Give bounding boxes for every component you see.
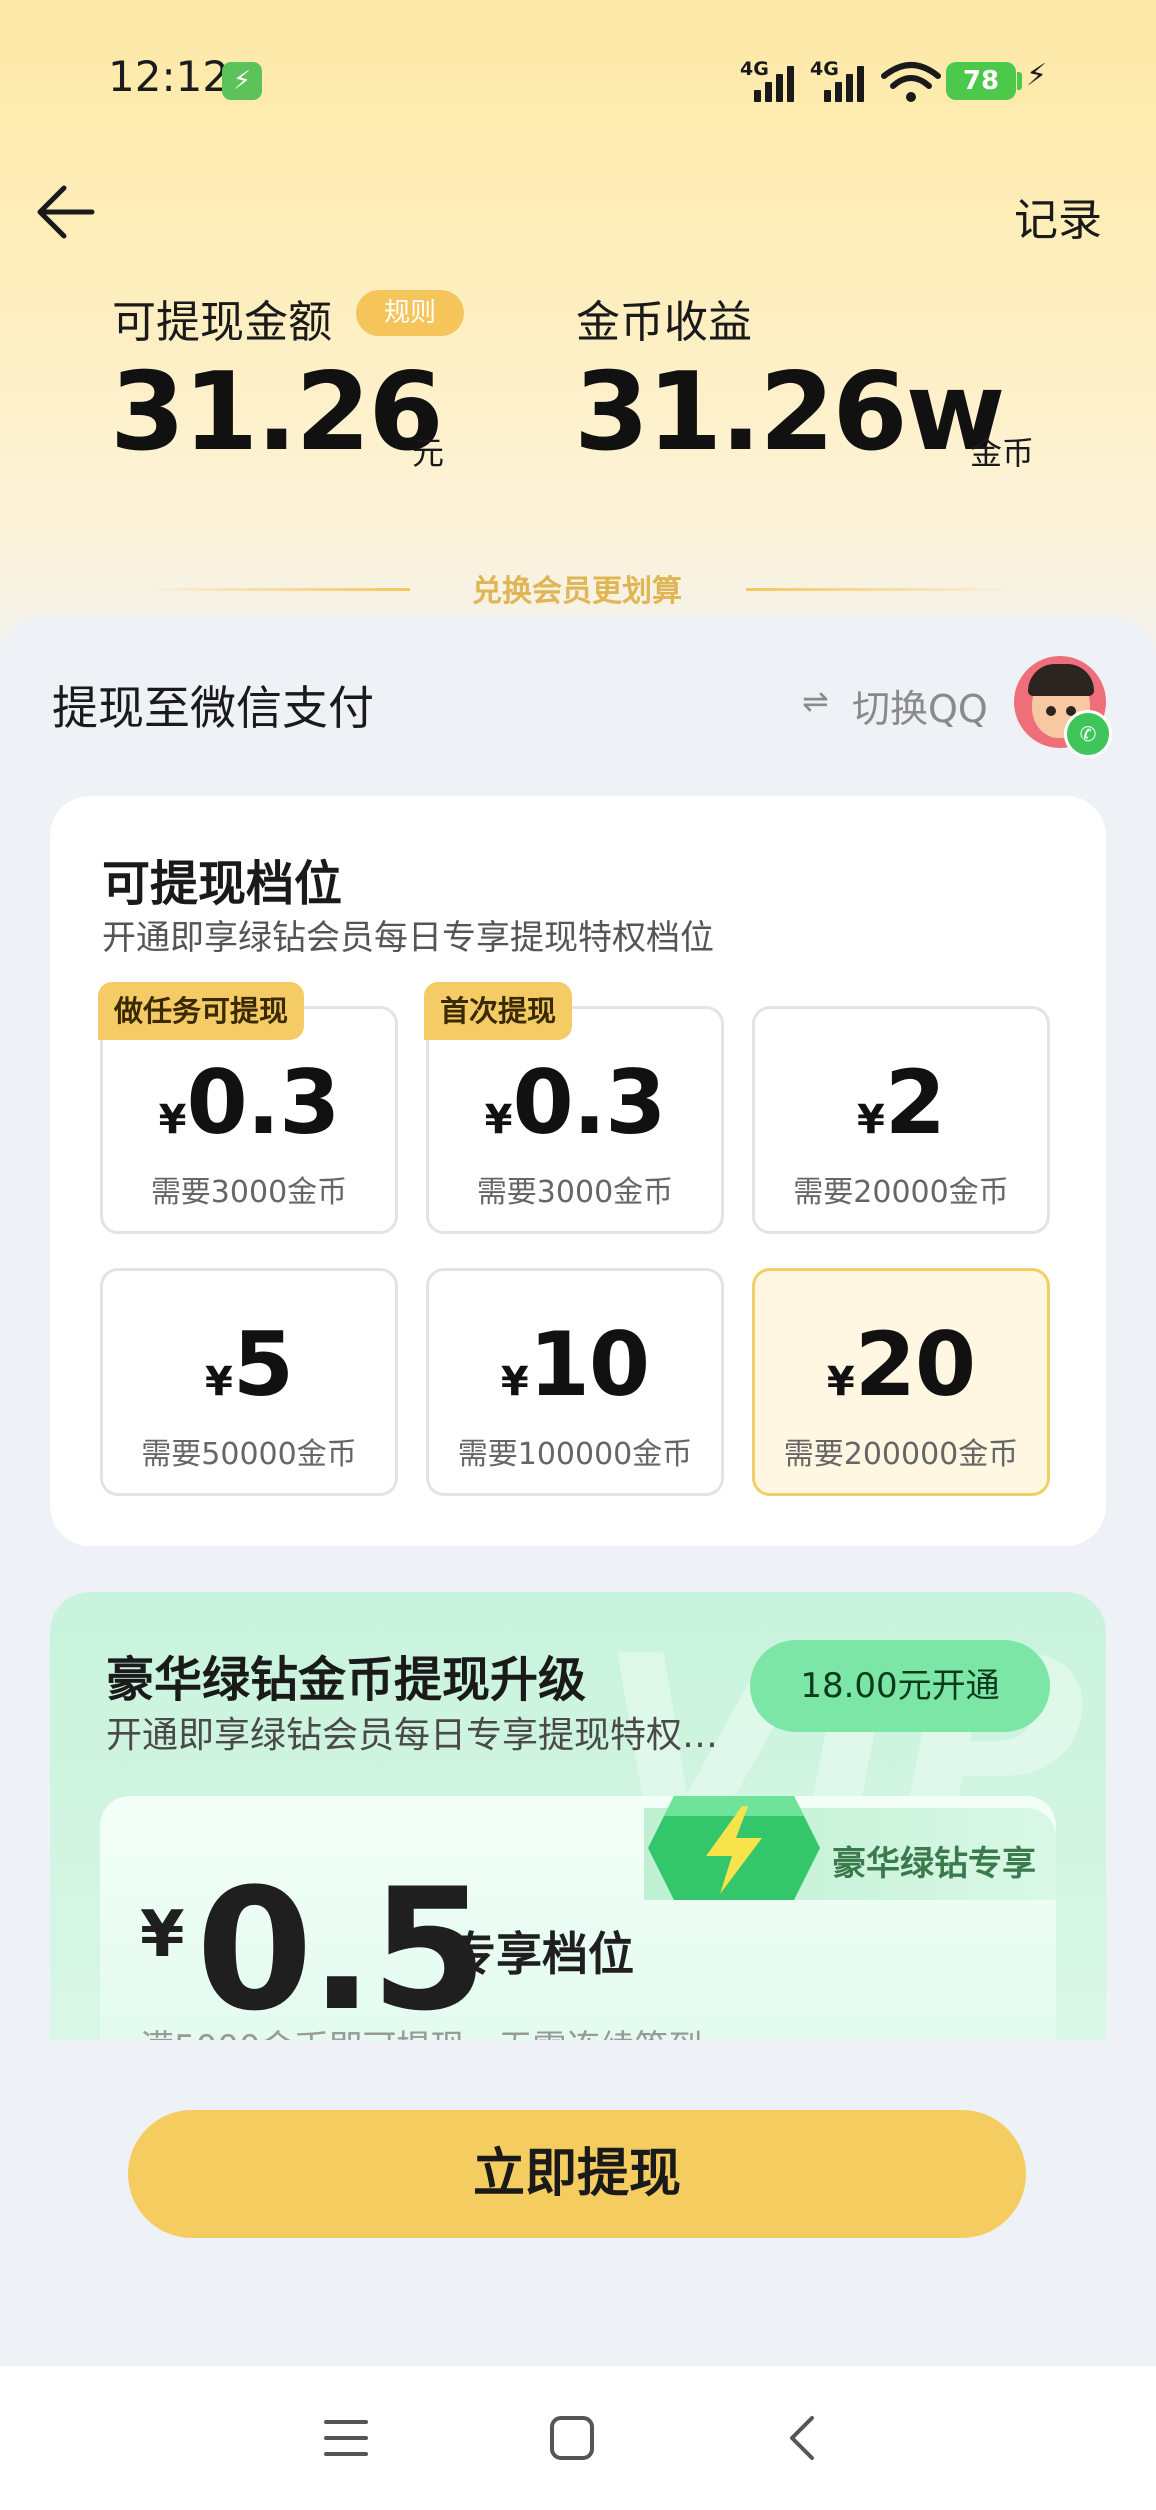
currency-symbol: ¥ (856, 1097, 885, 1143)
tier-amount: 2 (884, 1051, 946, 1154)
tier-option[interactable]: ¥2 需要20000金币 (752, 1006, 1050, 1234)
battery-indicator: 78 (946, 62, 1016, 100)
tier-requirement: 需要20000金币 (793, 1175, 1009, 1210)
wifi-icon (881, 62, 941, 102)
currency-symbol: ¥ (500, 1359, 529, 1405)
tier-requirement: 需要200000金币 (783, 1437, 1019, 1472)
promo-text[interactable]: 兑换会员更划算 (472, 566, 682, 610)
currency-symbol: ¥ (484, 1097, 513, 1143)
promo-divider-left (140, 588, 410, 591)
signal-icon: 4G (740, 58, 804, 102)
tier-requirement: 需要3000金币 (150, 1175, 348, 1210)
tier-amount: 0.3 (512, 1051, 666, 1154)
tier-option[interactable]: ¥10 需要100000金币 (426, 1268, 724, 1496)
back-nav-icon[interactable] (780, 2414, 828, 2462)
switch-qq-link[interactable]: 切换QQ (852, 678, 988, 733)
back-arrow-icon[interactable] (30, 172, 110, 252)
vip-exclusive-tag: 豪华绿钻专享 (832, 1844, 1036, 1884)
green-diamond-icon (648, 1796, 820, 1900)
records-link[interactable]: 记录 (1014, 184, 1102, 248)
charging-bolt-icon: ⚡ (1026, 58, 1048, 93)
wechat-icon: ✆ (1064, 710, 1112, 758)
tier-amount: 10 (528, 1313, 650, 1416)
withdrawable-label: 可提现金额 (112, 297, 332, 348)
vip-subtitle: 开通即享绿钻会员每日专享提现特权… (106, 1715, 719, 1756)
rule-badge[interactable]: 规则 (356, 290, 464, 336)
tier-amount: 0.3 (186, 1051, 340, 1154)
tier-option[interactable]: ¥0.3 需要3000金币 (426, 1006, 724, 1234)
withdrawable-unit: 元 (412, 434, 445, 472)
tier-title: 可提现档位 (102, 856, 343, 912)
tier-requirement: 需要100000金币 (457, 1437, 693, 1472)
currency-symbol: ¥ (158, 1097, 187, 1143)
vip-hint: 满5000金币即可提现，无需连续签到 (140, 2018, 703, 2040)
menu-icon[interactable] (322, 2414, 370, 2462)
withdrawable-amount: 31.26 (110, 350, 444, 475)
currency-symbol: ¥ (826, 1359, 855, 1405)
coin-unit: 金币 (970, 434, 1035, 472)
coin-amount: 31.26w (574, 350, 1005, 475)
coin-label: 金币收益 (576, 297, 752, 348)
tier-requirement: 需要3000金币 (476, 1175, 674, 1210)
promo-divider-right (746, 588, 1016, 591)
tier-option[interactable]: ¥5 需要50000金币 (100, 1268, 398, 1496)
task-withdraw-badge: 做任务可提现 (98, 982, 305, 1040)
vip-tier-label: 专享档位 (450, 1927, 634, 1981)
tier-option[interactable]: ¥0.3 需要3000金币 (100, 1006, 398, 1234)
status-time: 12:12 (108, 52, 230, 101)
withdraw-now-button[interactable]: 立即提现 (128, 2110, 1026, 2238)
tier-subtitle: 开通即享绿钻会员每日专享提现特权档位 (102, 918, 714, 958)
tier-requirement: 需要50000金币 (141, 1437, 357, 1472)
battery-tip (1017, 72, 1022, 90)
switch-arrows-icon[interactable]: ⇌ (802, 682, 829, 720)
charging-icon: ⚡ (222, 62, 262, 100)
signal-icon: 4G (810, 58, 874, 102)
currency-symbol: ¥ (140, 1898, 185, 1972)
vip-open-button[interactable]: 18.00元开通 (750, 1640, 1050, 1732)
home-icon[interactable] (548, 2414, 596, 2462)
first-withdraw-badge: 首次提现 (424, 982, 573, 1040)
tier-amount: 5 (232, 1313, 294, 1416)
payout-title: 提现至微信支付 (52, 681, 374, 735)
vip-title: 豪华绿钻金币提现升级 (106, 1652, 587, 1708)
currency-symbol: ¥ (204, 1359, 233, 1405)
tier-option-selected[interactable]: ¥20 需要200000金币 (752, 1268, 1050, 1496)
tier-amount: 20 (854, 1313, 976, 1416)
